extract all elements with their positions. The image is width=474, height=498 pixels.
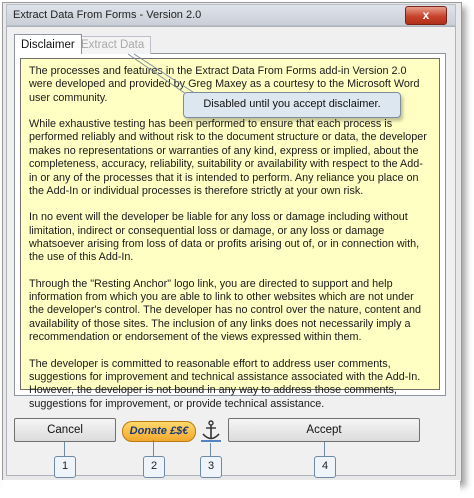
callout-line xyxy=(210,443,211,456)
callout-line xyxy=(153,440,154,456)
close-icon: x xyxy=(422,8,430,22)
callout-2: 2 xyxy=(143,456,165,478)
disclaimer-paragraph: While exhaustive testing has been perfor… xyxy=(29,118,427,198)
disclaimer-paragraph: Through the "Resting Anchor" logo link, … xyxy=(29,277,422,344)
donate-button[interactable]: Donate £$€ xyxy=(122,421,196,442)
window-titlebar: Extract Data From Forms - Version 2.0 x xyxy=(6,4,456,26)
resting-anchor-logo-icon[interactable] xyxy=(199,419,223,443)
cancel-button[interactable]: Cancel xyxy=(14,418,116,442)
tab-disclaimer[interactable]: Disclaimer xyxy=(14,34,82,54)
torn-edge xyxy=(2,480,460,494)
close-button[interactable]: x xyxy=(405,6,447,25)
disclaimer-paragraph: In no event will the developer be liable… xyxy=(29,211,420,264)
disclaimer-paragraph: The developer is committed to reasonable… xyxy=(29,357,421,410)
window-title: Extract Data From Forms - Version 2.0 xyxy=(13,9,202,21)
accept-button[interactable]: Accept xyxy=(228,418,420,442)
callout-1: 1 xyxy=(54,456,76,478)
callout-line xyxy=(64,442,65,456)
callout-line xyxy=(324,442,325,456)
callout-3: 3 xyxy=(200,456,222,478)
disabled-tooltip: Disabled until you accept disclaimer. xyxy=(183,92,401,118)
callout-4: 4 xyxy=(314,456,336,478)
